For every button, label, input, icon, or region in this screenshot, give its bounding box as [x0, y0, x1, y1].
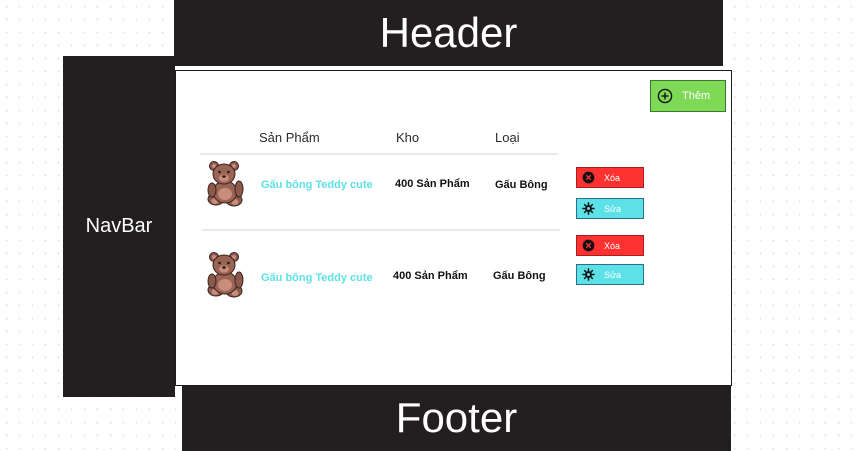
edit-button-label: Sửa [604, 269, 622, 280]
footer-label: Footer [395, 394, 518, 441]
delete-button[interactable]: Xóa [576, 167, 644, 188]
header-label: Header [379, 9, 518, 56]
teddy-bear-icon [207, 252, 244, 298]
add-button-label: Thêm [682, 90, 711, 102]
product-name[interactable]: Gấu bông Teddy cute [261, 272, 373, 284]
product-category: Gấu Bông [493, 270, 546, 282]
close-icon [582, 239, 595, 252]
row-divider [202, 229, 560, 231]
gear-icon [582, 268, 595, 281]
delete-button-label: Xóa [604, 172, 621, 183]
add-button[interactable]: Thêm [650, 80, 726, 112]
product-stock: 400 Sản Phẩm [393, 270, 468, 282]
footer: Footer [182, 385, 731, 451]
teddy-bear-icon [207, 161, 244, 207]
header-divider [200, 153, 558, 155]
header: Header [174, 0, 723, 66]
column-header-product: Sản Phẩm [259, 130, 320, 145]
column-header-stock: Kho [396, 130, 420, 145]
product-name[interactable]: Gấu bông Teddy cute [261, 179, 373, 191]
delete-button[interactable]: Xóa [576, 235, 644, 256]
column-header-category: Loại [495, 130, 520, 145]
gear-icon [582, 202, 595, 215]
plus-circle-icon [657, 88, 673, 104]
navbar-label: NavBar [85, 215, 153, 237]
edit-button[interactable]: Sửa [576, 198, 644, 219]
product-stock: 400 Sản Phẩm [395, 178, 470, 190]
delete-button-label: Xóa [604, 240, 621, 251]
edit-button-label: Sửa [604, 203, 622, 214]
navbar: NavBar [63, 56, 175, 397]
product-category: Gấu Bông [495, 179, 548, 191]
product-panel: Thêm Sản Phẩm Kho Loại Gấu bông Teddy cu… [175, 70, 732, 386]
close-icon [582, 171, 595, 184]
edit-button[interactable]: Sửa [576, 264, 644, 285]
